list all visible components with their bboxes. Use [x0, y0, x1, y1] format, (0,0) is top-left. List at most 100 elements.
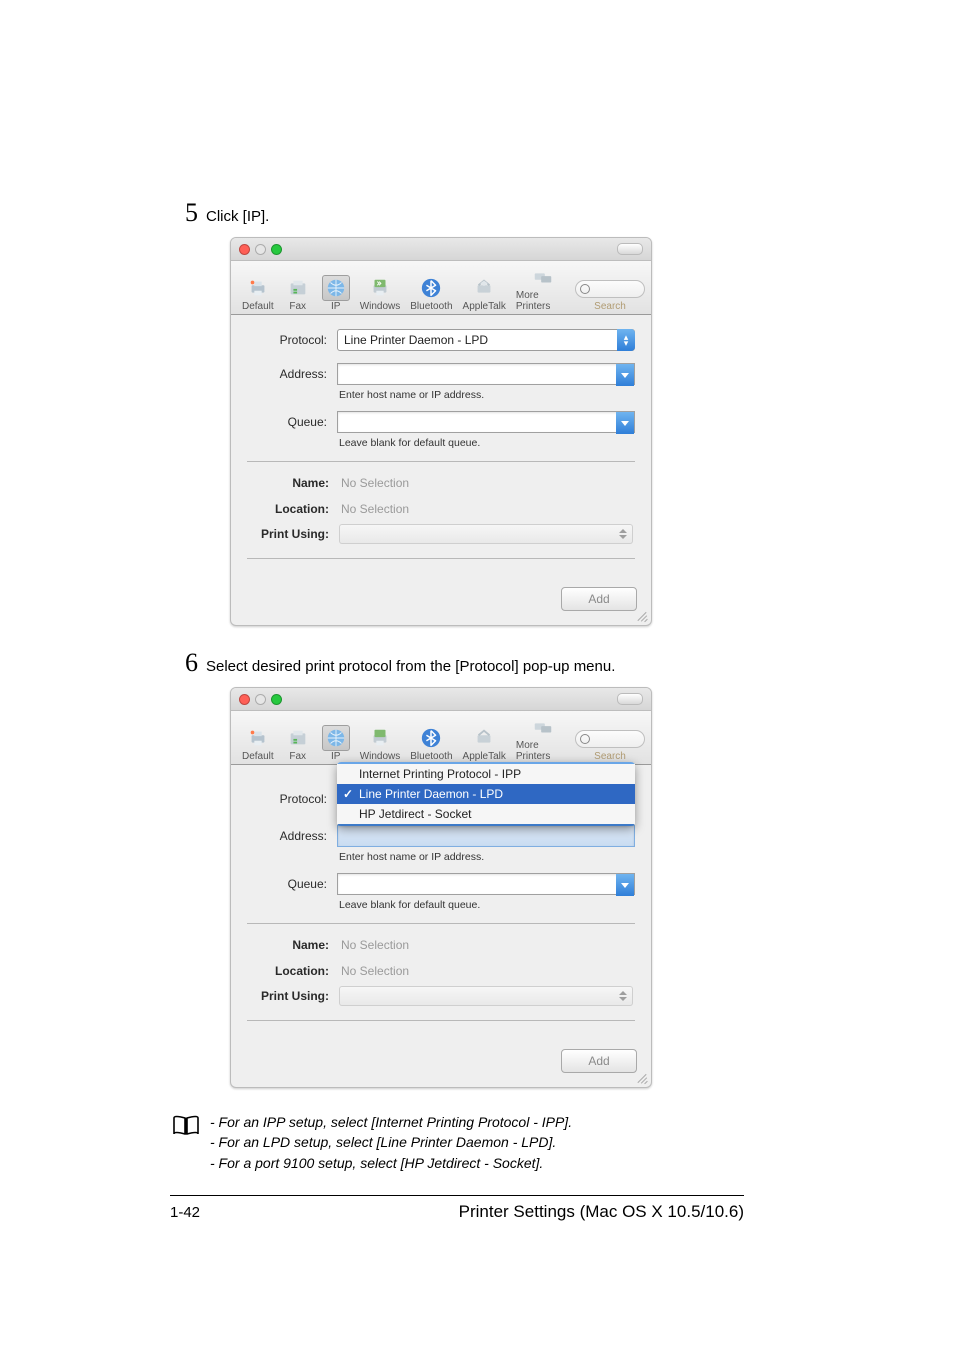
- address-input[interactable]: [337, 825, 635, 847]
- step-number: 5: [170, 200, 198, 226]
- add-button[interactable]: Add: [561, 587, 637, 611]
- toolbar-more-printers[interactable]: More Printers: [511, 264, 575, 312]
- minimize-window-button[interactable]: [255, 244, 266, 255]
- page-number: 1-42: [170, 1204, 200, 1221]
- queue-label: Queue:: [247, 877, 337, 891]
- toolbar-windows[interactable]: Windows: [355, 275, 406, 312]
- protocol-label: Protocol:: [247, 333, 337, 347]
- toolbar: Default Fax IP Windows Bluetooth AppleTa…: [231, 711, 651, 765]
- protocol-value: Line Printer Daemon - LPD: [344, 333, 488, 347]
- name-value: No Selection: [339, 934, 411, 956]
- add-button[interactable]: Add: [561, 1049, 637, 1073]
- zoom-window-button[interactable]: [271, 244, 282, 255]
- toolbar-label: More Printers: [516, 740, 570, 762]
- step-number: 6: [170, 650, 198, 676]
- resize-grip[interactable]: [636, 610, 648, 622]
- queue-label: Queue:: [247, 415, 337, 429]
- note-line: - For an LPD setup, select [Line Printer…: [210, 1132, 572, 1152]
- toolbar-label: IP: [331, 301, 340, 312]
- fax-icon: [284, 725, 312, 751]
- toolbar-label: Fax: [289, 751, 306, 762]
- address-label: Address:: [247, 367, 337, 381]
- note-line: - For a port 9100 setup, select [HP Jetd…: [210, 1153, 572, 1173]
- chevron-down-icon[interactable]: [616, 874, 634, 896]
- footer-title: Printer Settings (Mac OS X 10.5/10.6): [459, 1202, 744, 1222]
- address-input[interactable]: [337, 363, 635, 385]
- windows-icon: [366, 725, 394, 751]
- zoom-window-button[interactable]: [271, 694, 282, 705]
- toolbar-fax[interactable]: Fax: [279, 725, 317, 762]
- toolbar-label: Bluetooth: [410, 751, 452, 762]
- queue-input[interactable]: [337, 873, 635, 895]
- toolbar-label: AppleTalk: [463, 751, 506, 762]
- toolbar-ip[interactable]: IP: [317, 725, 355, 762]
- address-label: Address:: [247, 829, 337, 843]
- toolbar-ip[interactable]: IP: [317, 275, 355, 312]
- toolbar-label: Windows: [360, 751, 401, 762]
- queue-hint: Leave blank for default queue.: [247, 437, 635, 449]
- reference-book-icon: [170, 1112, 200, 1173]
- chevron-down-icon[interactable]: [616, 412, 634, 434]
- close-window-button[interactable]: [239, 694, 250, 705]
- toolbar-label: Search: [594, 751, 626, 762]
- appletalk-icon: [470, 725, 498, 751]
- minimize-window-button[interactable]: [255, 694, 266, 705]
- toolbar-label: Windows: [360, 301, 401, 312]
- protocol-option-lpd[interactable]: Line Printer Daemon - LPD: [337, 784, 635, 804]
- step-text: Click [IP].: [206, 206, 269, 227]
- name-label: Name:: [249, 938, 339, 952]
- dropdown-indicator-icon: [618, 991, 628, 1001]
- toolbar-search-input[interactable]: [575, 730, 645, 748]
- name-label: Name:: [249, 476, 339, 490]
- chevron-down-icon[interactable]: [616, 364, 634, 386]
- protocol-select[interactable]: Line Printer Daemon - LPD: [337, 329, 635, 351]
- toolbar-toggle-button[interactable]: [617, 243, 643, 255]
- screenshot-protocol-menu: Default Fax IP Windows Bluetooth AppleTa…: [230, 687, 652, 1088]
- location-value: No Selection: [339, 498, 411, 520]
- protocol-dropdown-menu: Internet Printing Protocol - IPP Line Pr…: [337, 762, 635, 826]
- toolbar-label: Fax: [289, 301, 306, 312]
- protocol-option-socket[interactable]: HP Jetdirect - Socket: [337, 804, 635, 824]
- resize-grip[interactable]: [636, 1072, 648, 1084]
- toolbar-bluetooth[interactable]: Bluetooth: [405, 725, 457, 762]
- toolbar-appletalk[interactable]: AppleTalk: [458, 725, 511, 762]
- printusing-label: Print Using:: [249, 989, 339, 1003]
- dropdown-indicator-icon: [618, 529, 628, 539]
- printusing-select[interactable]: [339, 524, 633, 544]
- close-window-button[interactable]: [239, 244, 250, 255]
- toolbar-label: Search: [594, 301, 626, 312]
- toolbar-more-printers[interactable]: More Printers: [511, 714, 575, 762]
- screenshot-add-printer-ip: Default Fax IP Windows: [230, 237, 652, 626]
- toolbar-fax[interactable]: Fax: [279, 275, 317, 312]
- toolbar-label: Default: [242, 751, 274, 762]
- protocol-option-ipp[interactable]: Internet Printing Protocol - IPP: [337, 764, 635, 784]
- toolbar-label: IP: [331, 751, 340, 762]
- fax-icon: [284, 275, 312, 301]
- location-label: Location:: [249, 964, 339, 978]
- more-printers-icon: [529, 264, 557, 290]
- toolbar-search-input[interactable]: [575, 280, 645, 298]
- dropdown-indicator-icon: ▴▾: [617, 329, 635, 351]
- queue-input[interactable]: [337, 411, 635, 433]
- protocol-label: Protocol:: [247, 792, 337, 806]
- location-value: No Selection: [339, 960, 411, 982]
- toolbar-windows[interactable]: Windows: [355, 725, 406, 762]
- printusing-label: Print Using:: [249, 527, 339, 541]
- appletalk-icon: [470, 275, 498, 301]
- toolbar-bluetooth[interactable]: Bluetooth: [405, 275, 457, 312]
- toolbar-label: AppleTalk: [463, 301, 506, 312]
- bluetooth-icon: [417, 275, 445, 301]
- globe-icon: [322, 275, 350, 301]
- toolbar-default[interactable]: Default: [237, 275, 279, 312]
- toolbar-toggle-button[interactable]: [617, 693, 643, 705]
- toolbar-label: More Printers: [516, 290, 570, 312]
- toolbar-default[interactable]: Default: [237, 725, 279, 762]
- address-hint: Enter host name or IP address.: [247, 389, 635, 401]
- printusing-select[interactable]: [339, 986, 633, 1006]
- toolbar: Default Fax IP Windows: [231, 261, 651, 315]
- bluetooth-icon: [417, 725, 445, 751]
- location-label: Location:: [249, 502, 339, 516]
- more-printers-icon: [529, 714, 557, 740]
- address-hint: Enter host name or IP address.: [247, 851, 635, 863]
- toolbar-appletalk[interactable]: AppleTalk: [458, 275, 511, 312]
